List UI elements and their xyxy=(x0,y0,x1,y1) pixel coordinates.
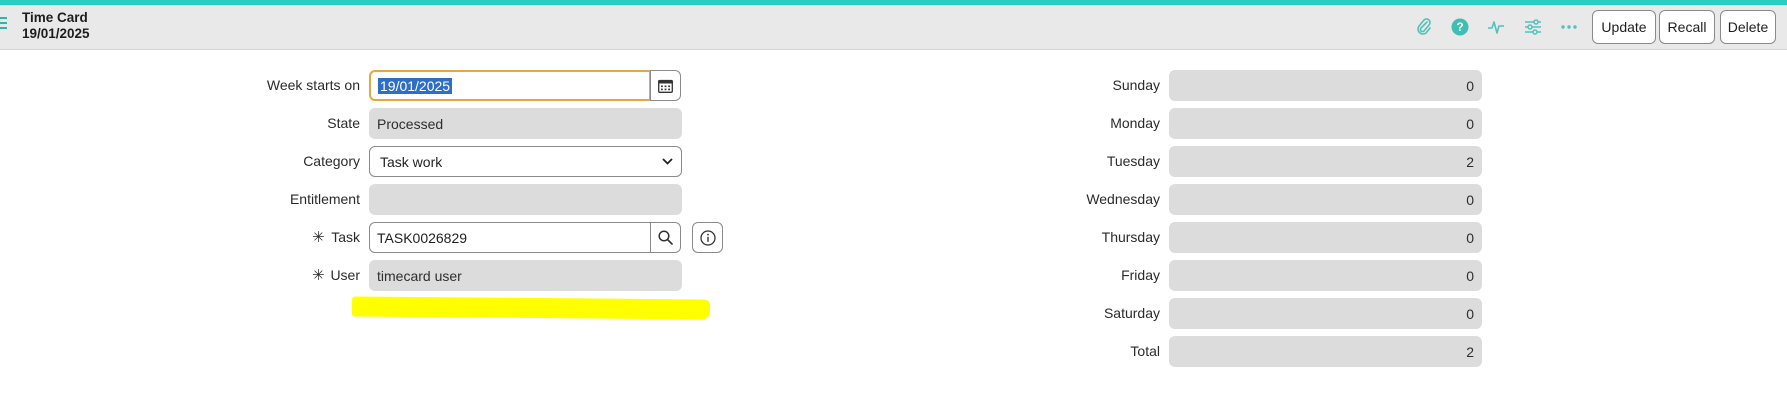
task-input[interactable]: TASK0026829 xyxy=(369,222,651,253)
day-label-friday: Friday xyxy=(1121,267,1160,283)
page-subtitle: 19/01/2025 xyxy=(22,26,90,41)
page-title: Time Card xyxy=(22,10,88,25)
form-header: Time Card 19/01/2025 ? Update Recall Del… xyxy=(0,5,1787,50)
day-label-sunday: Sunday xyxy=(1112,77,1160,93)
search-icon xyxy=(658,230,673,245)
day-label-total: Total xyxy=(1130,343,1160,359)
day-value-thursday: 0 xyxy=(1169,222,1482,253)
task-lookup-button[interactable] xyxy=(650,222,681,253)
sliders-icon[interactable] xyxy=(1523,17,1543,37)
info-icon xyxy=(699,229,716,246)
week-starts-on-label: Week starts on xyxy=(266,77,360,93)
calendar-icon xyxy=(658,79,673,93)
day-value-monday: 0 xyxy=(1169,108,1482,139)
user-field: timecard user xyxy=(369,260,682,291)
week-starts-on-input[interactable]: 19/01/2025 xyxy=(369,70,651,101)
calendar-button[interactable] xyxy=(650,70,681,101)
delete-button[interactable]: Delete xyxy=(1720,10,1776,44)
day-label-monday: Monday xyxy=(1110,115,1160,131)
day-value-friday: 0 xyxy=(1169,260,1482,291)
day-value-tuesday: 2 xyxy=(1169,146,1482,177)
paperclip-icon[interactable] xyxy=(1414,17,1434,37)
day-label-saturday: Saturday xyxy=(1103,305,1160,321)
yellow-highlight-annotation xyxy=(351,296,711,320)
activity-icon[interactable] xyxy=(1486,17,1506,37)
task-label: Task xyxy=(331,229,360,245)
category-select[interactable]: Task work xyxy=(369,146,682,177)
header-title-block: Time Card 19/01/2025 xyxy=(22,10,90,42)
chevron-down-icon xyxy=(662,158,673,165)
category-value: Task work xyxy=(380,153,443,170)
day-label-wednesday: Wednesday xyxy=(1086,191,1160,207)
recall-button[interactable]: Recall xyxy=(1659,10,1715,44)
svg-text:?: ? xyxy=(1456,20,1463,34)
category-label: Category xyxy=(303,153,360,169)
day-label-tuesday: Tuesday xyxy=(1106,153,1160,169)
more-icon[interactable] xyxy=(1559,17,1579,37)
day-value-sunday: 0 xyxy=(1169,70,1482,101)
state-label: State xyxy=(327,115,360,131)
week-starts-on-value: 19/01/2025 xyxy=(378,77,453,94)
day-label-thursday: Thursday xyxy=(1101,229,1160,245)
help-icon[interactable]: ? xyxy=(1450,17,1470,37)
entitlement-field xyxy=(369,184,682,215)
update-button[interactable]: Update xyxy=(1592,10,1656,44)
task-info-button[interactable] xyxy=(692,222,723,253)
menu-icon[interactable] xyxy=(0,17,8,33)
day-value-total: 2 xyxy=(1169,336,1482,367)
user-label: User xyxy=(330,267,360,283)
entitlement-label: Entitlement xyxy=(289,191,360,207)
day-value-saturday: 0 xyxy=(1169,298,1482,329)
state-field: Processed xyxy=(369,108,682,139)
day-value-wednesday: 0 xyxy=(1169,184,1482,215)
